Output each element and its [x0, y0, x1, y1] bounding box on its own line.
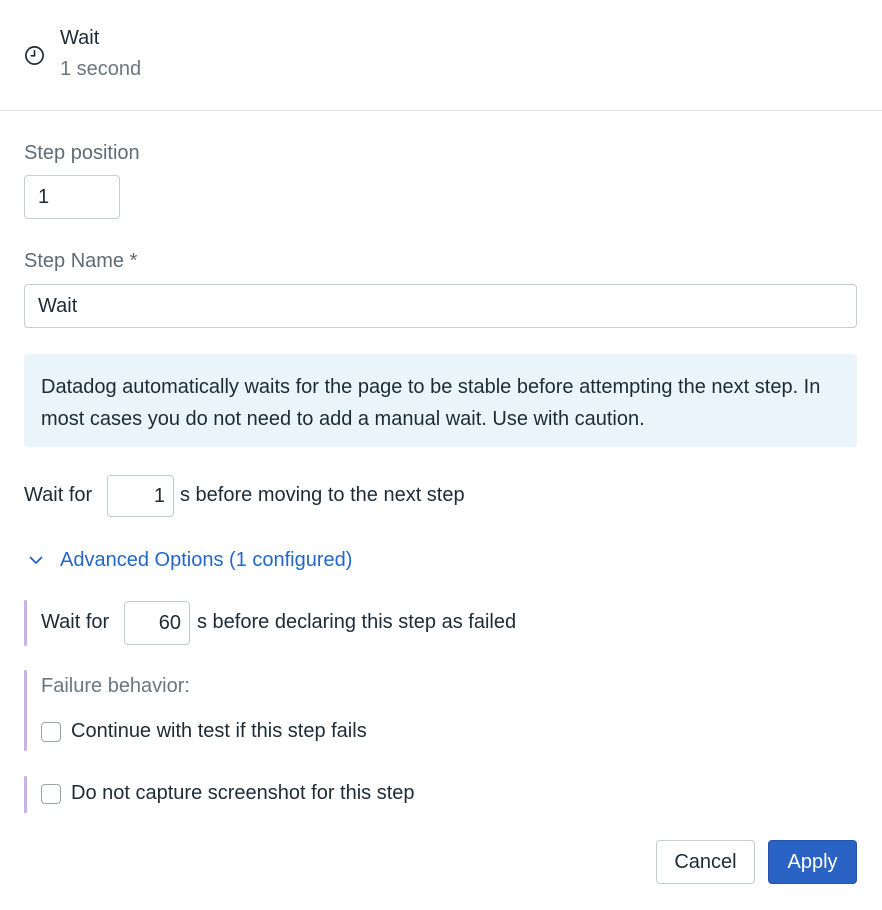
advanced-section-bar	[24, 776, 27, 813]
apply-button[interactable]: Apply	[768, 840, 857, 884]
continue-on-failure-checkbox[interactable]	[41, 721, 61, 742]
wait-prefix: Wait for	[24, 484, 93, 506]
cancel-button[interactable]: Cancel	[656, 840, 755, 884]
timeout-seconds-input[interactable]	[124, 601, 190, 645]
timeout-prefix: Wait for	[41, 611, 110, 633]
chevron-down-icon	[29, 556, 43, 564]
step-name-input[interactable]	[24, 284, 857, 328]
step-header: Wait 1 second	[0, 0, 882, 111]
info-callout: Datadog automatically waits for the page…	[24, 354, 857, 447]
clock-icon	[25, 46, 44, 65]
wait-seconds-input[interactable]	[107, 475, 174, 517]
failure-behavior-label: Failure behavior:	[41, 675, 190, 697]
no-screenshot-checkbox[interactable]	[41, 783, 61, 804]
advanced-section-bar	[24, 600, 27, 646]
advanced-section-bar	[24, 670, 27, 751]
step-name-label: Step Name *	[24, 250, 138, 272]
advanced-options-toggle[interactable]: Advanced Options (1 configured)	[24, 544, 352, 576]
step-position-input[interactable]	[24, 175, 120, 219]
step-title: Wait	[60, 27, 100, 49]
no-screenshot-option[interactable]: Do not capture screenshot for this step	[41, 782, 415, 805]
wait-suffix: s before moving to the next step	[180, 484, 465, 506]
timeout-suffix: s before declaring this step as failed	[197, 611, 517, 633]
step-duration: 1 second	[60, 58, 142, 80]
step-position-label: Step position	[24, 142, 140, 164]
no-screenshot-label: Do not capture screenshot for this step	[71, 782, 415, 804]
continue-on-failure-option[interactable]: Continue with test if this step fails	[41, 720, 367, 743]
advanced-options-label: Advanced Options (1 configured)	[60, 548, 353, 571]
continue-on-failure-label: Continue with test if this step fails	[71, 720, 367, 742]
info-callout-text: Datadog automatically waits for the page…	[41, 376, 821, 430]
